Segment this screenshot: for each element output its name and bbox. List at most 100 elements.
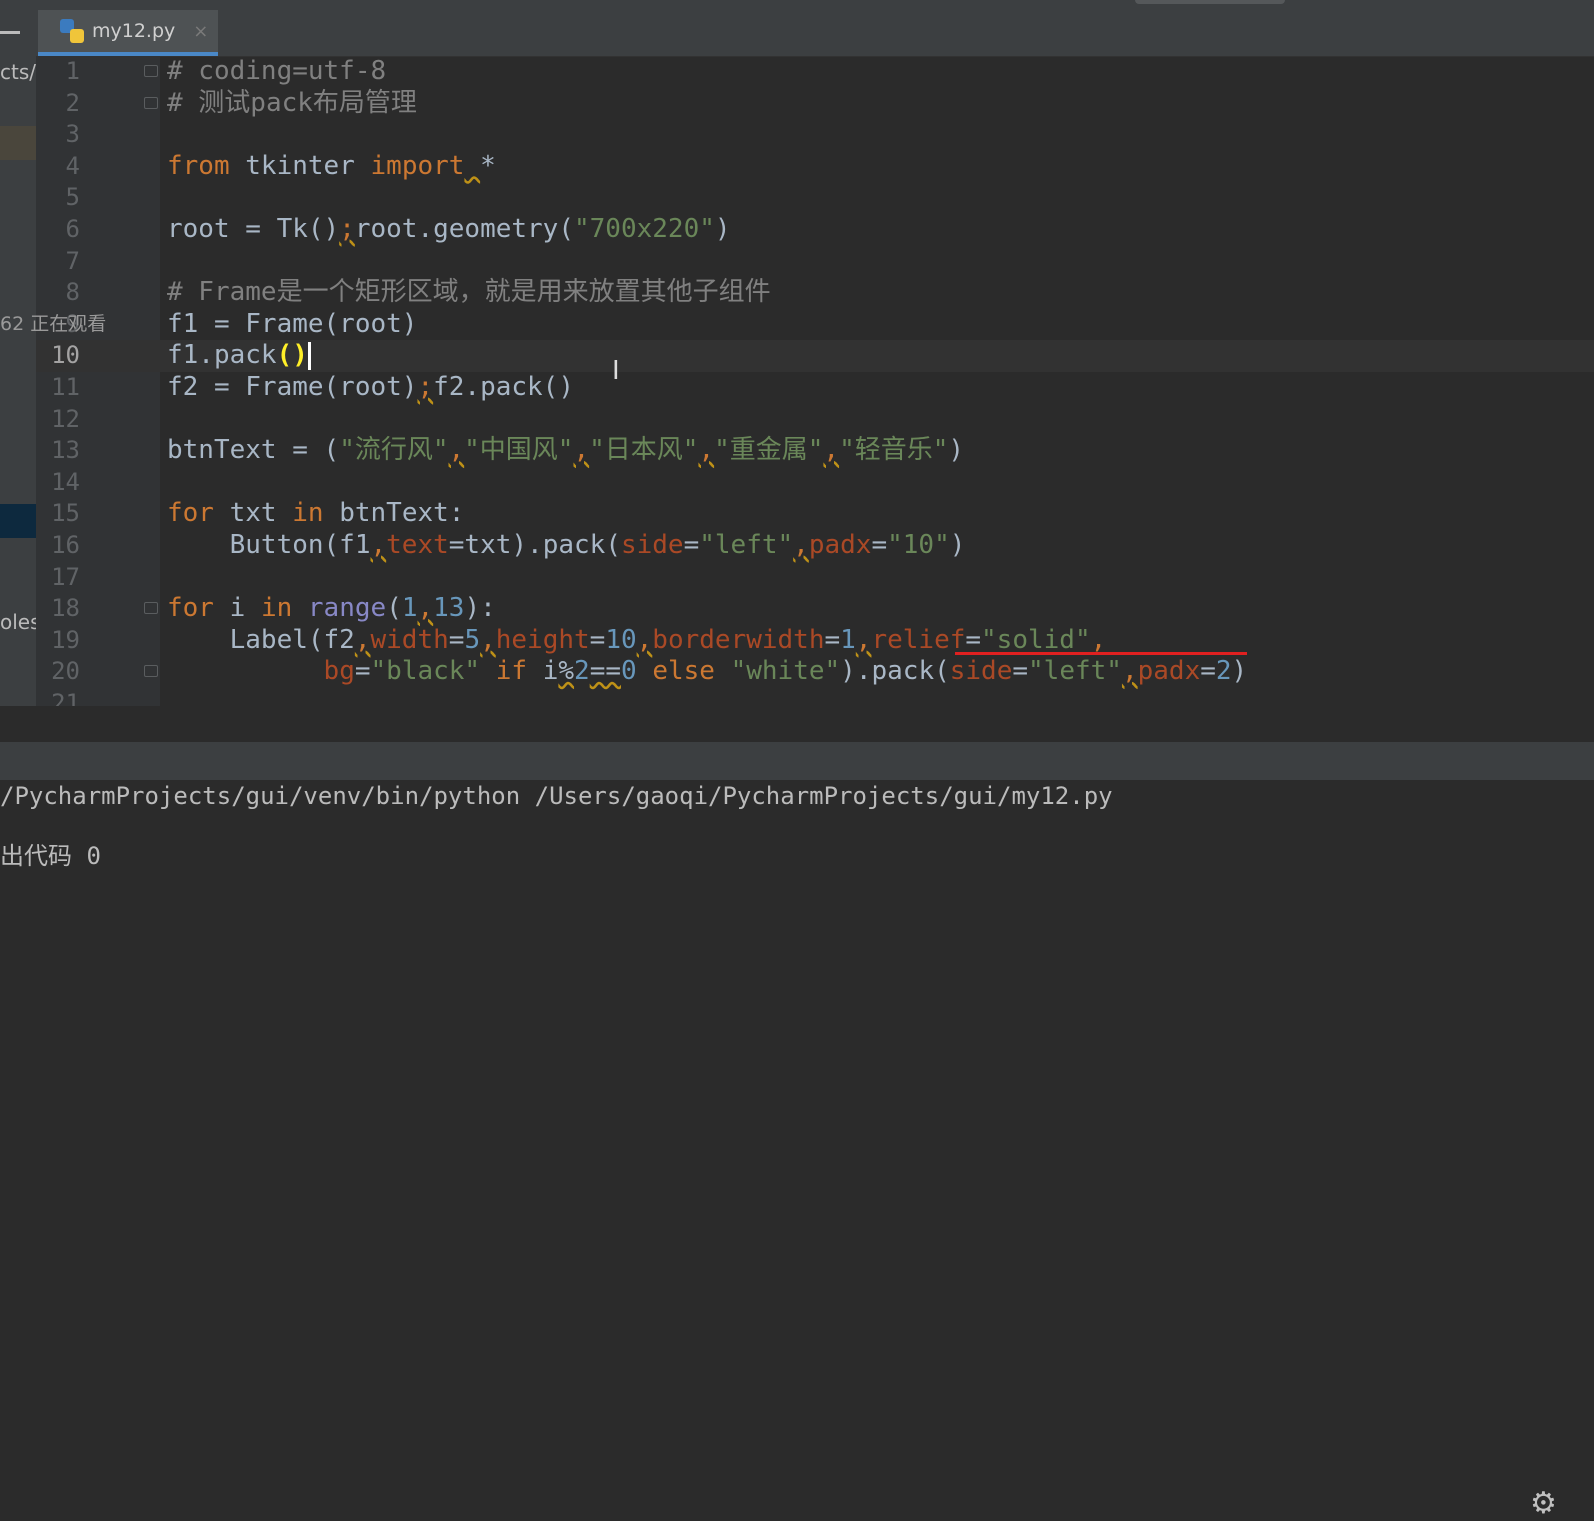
- fold-marker-icon[interactable]: [144, 96, 158, 109]
- code-line[interactable]: 2 # 测试pack布局管理: [36, 88, 1594, 120]
- code-token: ,: [448, 435, 465, 466]
- code-token: # coding=utf-8: [167, 56, 387, 86]
- code-line[interactable]: 20 bg="black" if i%2==0 else "white").pa…: [36, 656, 1594, 688]
- code-token: 0: [621, 656, 637, 687]
- code-token: relief: [871, 624, 966, 655]
- code-token: %: [558, 656, 575, 687]
- code-text: # coding=utf-8: [167, 56, 386, 88]
- code-line[interactable]: 13 btnText = ("流行风","中国风","日本风","重金属","轻音…: [36, 435, 1594, 467]
- code-token: in: [260, 593, 293, 624]
- code-token: "中国风": [464, 435, 574, 466]
- console-command-line: /PycharmProjects/gui/venv/bin/python /Us…: [0, 782, 1113, 810]
- fold-marker-icon[interactable]: [144, 602, 158, 615]
- line-number: 14: [51, 467, 80, 496]
- code-token: import: [370, 150, 465, 181]
- code-line[interactable]: 5: [36, 182, 1594, 214]
- code-line[interactable]: 6 root = Tk();root.geometry("700x220"): [36, 214, 1594, 246]
- console-exit-code: 出代码 0: [0, 842, 101, 870]
- code-line[interactable]: 1 # coding=utf-8: [36, 56, 1594, 88]
- code-line[interactable]: 18 for i in range(1,13):: [36, 593, 1594, 625]
- line-number: 10: [51, 341, 80, 370]
- code-token: "10": [887, 530, 950, 560]
- code-token: ;: [339, 214, 355, 244]
- code-token: ,: [480, 624, 496, 655]
- code-token: "left": [699, 530, 794, 560]
- project-tree-item[interactable]: cts/: [0, 60, 36, 84]
- code-editor[interactable]: 1 # coding=utf-8 2 # 测试pack布局管理 3 4 from tkint…: [36, 56, 1594, 706]
- code-line[interactable]: 3: [36, 119, 1594, 151]
- fold-marker-icon[interactable]: [144, 665, 158, 678]
- project-tree-item[interactable]: oles: [0, 610, 36, 634]
- code-line[interactable]: 21: [36, 688, 1594, 706]
- run-console[interactable]: /PycharmProjects/gui/venv/bin/python /Us…: [0, 780, 1594, 894]
- code-token: =: [965, 624, 982, 655]
- minimize-panel-icon[interactable]: [0, 31, 20, 34]
- line-number: 16: [51, 531, 80, 559]
- code-token: ).pack(: [840, 656, 950, 687]
- code-text: bg="black" if i%2==0 else "white").pack(…: [167, 656, 1248, 688]
- project-tool-window[interactable]: cts/ oles: [0, 56, 36, 740]
- text-caret: [307, 341, 311, 370]
- code-token: "black": [370, 656, 481, 687]
- code-token: =: [871, 530, 888, 560]
- code-token: for: [167, 593, 214, 624]
- code-token: "left": [1028, 656, 1122, 687]
- tab-label: my12.py: [92, 20, 176, 42]
- editor-bottom-area: [0, 706, 1594, 742]
- code-token: Button(f1: [167, 530, 371, 560]
- code-token: width: [370, 624, 449, 655]
- line-number: 12: [51, 404, 80, 433]
- code-token: tkinter: [229, 150, 371, 181]
- code-token: =: [448, 624, 465, 655]
- code-token: ,: [1090, 624, 1107, 655]
- code-line[interactable]: 11 f2 = Frame(root);f2.pack(): [36, 372, 1594, 404]
- code-token: btnText:: [323, 498, 465, 529]
- code-token: 1: [401, 593, 418, 624]
- code-token: 1: [840, 624, 856, 655]
- code-line[interactable]: 16 Button(f1,text=txt).pack(side="left",…: [36, 530, 1594, 562]
- code-line[interactable]: 7: [36, 246, 1594, 278]
- toolbar-widget[interactable]: [1135, 0, 1285, 4]
- code-token: i: [527, 656, 559, 687]
- code-line[interactable]: 12: [36, 404, 1594, 436]
- gear-icon[interactable]: ⚙: [1530, 1486, 1557, 1521]
- code-line[interactable]: 19 Label(f2,width=5,height=10,borderwidt…: [36, 625, 1594, 657]
- code-token: txt: [213, 498, 293, 529]
- code-token: "solid": [981, 624, 1091, 655]
- code-token: ,: [823, 435, 840, 466]
- project-tree-highlight: [0, 126, 36, 160]
- code-token: ): [948, 435, 965, 466]
- tab-my12-py[interactable]: my12.py ×: [38, 10, 218, 56]
- editor-tab-bar: my12.py ×: [0, 0, 1594, 57]
- code-token: =: [1200, 656, 1216, 687]
- line-number: 20: [51, 657, 80, 686]
- viewer-count-overlay: 62 正在观看: [0, 313, 107, 335]
- code-line[interactable]: 8 # Frame是一个矩形区域，就是用来放置其他子组件: [36, 277, 1594, 309]
- project-tree-selected-item[interactable]: [0, 504, 36, 538]
- code-token: f1 = Frame(root): [167, 308, 418, 339]
- code-token: ,: [417, 593, 434, 624]
- code-token: for: [167, 498, 214, 529]
- code-token: ,: [573, 435, 590, 466]
- code-token: height: [495, 624, 590, 655]
- code-token: *: [480, 150, 496, 181]
- code-token: 5: [464, 624, 481, 655]
- code-line[interactable]: 9 f1 = Frame(root): [36, 309, 1594, 341]
- text-cursor-icon: I: [612, 356, 620, 386]
- code-token: "white": [730, 656, 841, 687]
- code-token: =: [589, 624, 606, 655]
- fold-marker-icon[interactable]: [144, 65, 158, 77]
- code-token: ): [714, 214, 731, 244]
- code-token: if: [495, 656, 528, 687]
- code-line[interactable]: 4 from tkinter import *: [36, 151, 1594, 183]
- code-line[interactable]: 14: [36, 467, 1594, 499]
- code-token: 2: [1215, 656, 1232, 687]
- code-line[interactable]: 10 f1.pack(): [36, 340, 1594, 372]
- code-line[interactable]: 17: [36, 562, 1594, 594]
- code-line[interactable]: 15 for txt in btnText:: [36, 498, 1594, 530]
- code-token: "重金属": [714, 435, 824, 466]
- close-icon[interactable]: ×: [193, 21, 208, 42]
